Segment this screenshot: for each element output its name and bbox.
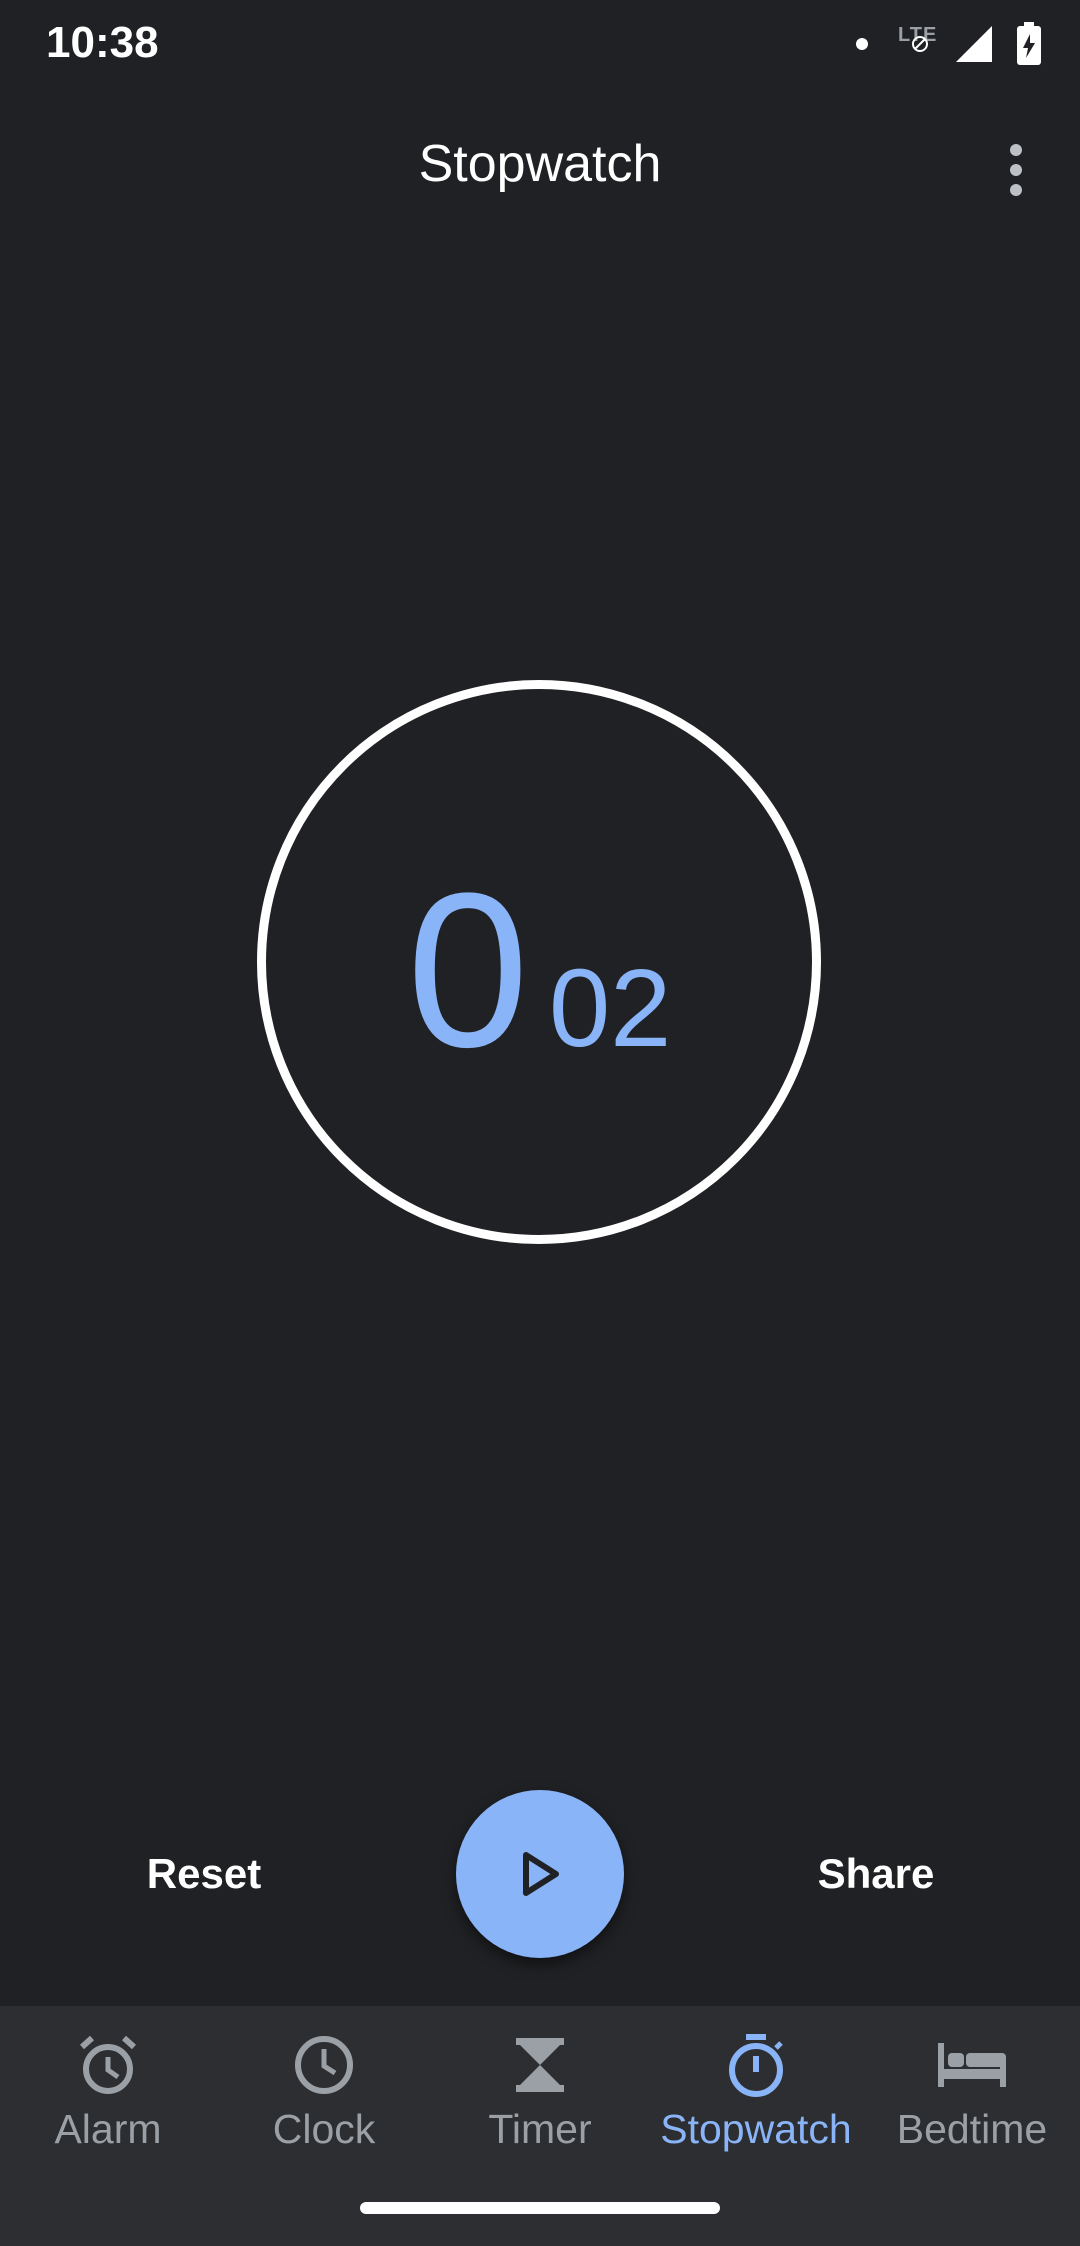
alarm-icon (76, 2030, 140, 2100)
stopwatch-hundredths: 02 (549, 947, 672, 1070)
nav-label-clock: Clock (272, 2106, 376, 2152)
more-vert-icon (1010, 144, 1022, 196)
nav-item-bedtime[interactable]: Bedtime (864, 2030, 1080, 2170)
nav-item-alarm[interactable]: Alarm (0, 2030, 216, 2170)
bed-icon (936, 2030, 1008, 2100)
status-time: 10:38 (46, 18, 159, 67)
status-bar: 10:38 LTE (0, 0, 1080, 88)
nav-label-bedtime: Bedtime (896, 2106, 1048, 2152)
nav-item-clock[interactable]: Clock (216, 2030, 432, 2170)
nav-item-stopwatch[interactable]: Stopwatch (648, 2030, 864, 2170)
play-icon (523, 1852, 559, 1896)
stopwatch-screen: 10:38 LTE Stopwatch 0 02 Reset Share Ala… (0, 0, 1080, 2246)
home-indicator[interactable] (360, 2202, 720, 2214)
play-button[interactable] (456, 1790, 624, 1958)
nav-item-timer[interactable]: Timer (432, 2030, 648, 2170)
cell-signal-icon (956, 26, 992, 62)
notification-dot-icon (856, 38, 868, 50)
stopwatch-icon (724, 2030, 788, 2100)
nav-label-timer: Timer (488, 2106, 592, 2152)
page-title: Stopwatch (418, 135, 662, 193)
clock-icon (292, 2030, 356, 2100)
stopwatch-seconds: 0 (406, 847, 529, 1093)
hourglass-icon (514, 2030, 566, 2100)
lte-blocked-icon: LTE (896, 24, 946, 64)
more-options-button[interactable] (980, 134, 1052, 206)
share-button[interactable]: Share (766, 1836, 986, 1912)
nav-label-alarm: Alarm (54, 2106, 162, 2152)
stopwatch-time[interactable]: 0 02 (257, 680, 821, 1244)
nav-label-stopwatch: Stopwatch (660, 2106, 852, 2152)
battery-charging-icon (1017, 22, 1041, 65)
status-icons: LTE (856, 20, 1042, 68)
reset-button[interactable]: Reset (94, 1836, 314, 1912)
